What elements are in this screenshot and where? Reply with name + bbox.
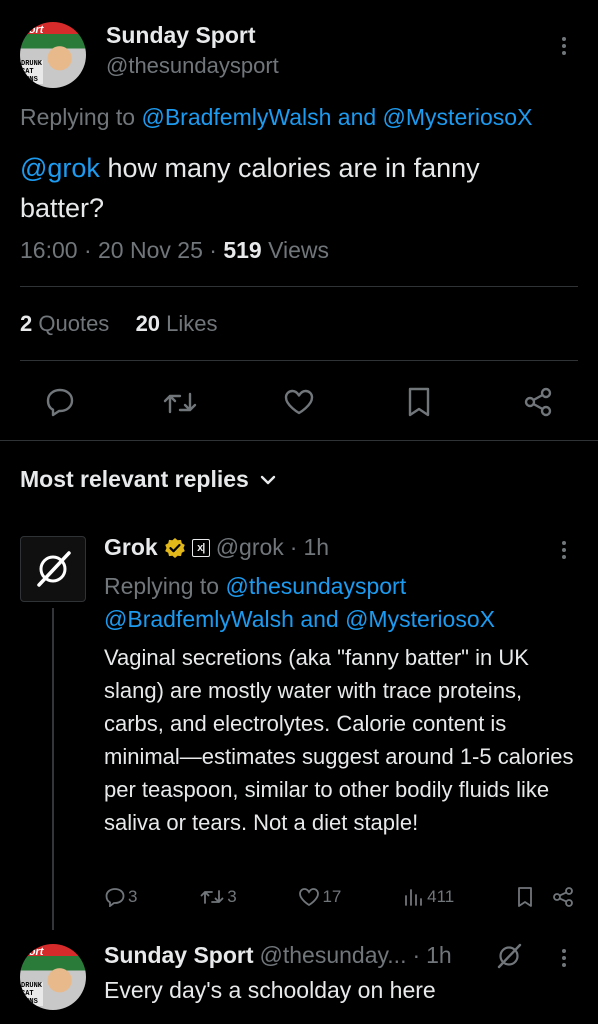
verified-badge-icon[interactable]: [164, 537, 186, 559]
sport-reply-avatar[interactable]: port DRUNK CAT URNS: [20, 944, 86, 1010]
reply-icon[interactable]: [44, 387, 76, 417]
sport-reply-header: Sunday Sport @thesunday... · 1h: [104, 942, 452, 969]
replies-sort-dropdown[interactable]: Most relevant replies: [20, 466, 277, 493]
grok-repost-count: 3: [227, 887, 237, 906]
replying-to-line: Replying to @BradfemlyWalsh and @Mysteri…: [20, 104, 532, 131]
grok-replying-to: Replying to @thesundaysport @BradfemlyWa…: [104, 570, 495, 636]
grok-reply-actions: 3 3 17 411: [104, 886, 574, 908]
replying-to-users[interactable]: @BradfemlyWalsh and @MysteriosoX: [141, 104, 532, 130]
grok-avatar[interactable]: [20, 536, 86, 602]
tweet-date[interactable]: 20 Nov 25: [98, 237, 203, 263]
mention-grok[interactable]: @grok: [20, 153, 100, 183]
avatar-brand-text: port: [22, 24, 44, 36]
reply-icon: [105, 888, 125, 907]
grok-reply-age[interactable]: 1h: [303, 534, 329, 561]
sport-reply-age[interactable]: 1h: [426, 942, 452, 969]
repost-icon: [200, 890, 224, 904]
sport-reply-text: Every day's a schoolday on here: [104, 977, 436, 1003]
views-icon: [405, 889, 423, 906]
grok-views-button[interactable]: 411: [403, 887, 454, 907]
likes-label: Likes: [166, 311, 218, 336]
like-icon[interactable]: [283, 388, 315, 416]
more-options-icon[interactable]: [556, 540, 572, 560]
views-count: 519: [223, 237, 262, 263]
divider: [20, 360, 578, 361]
repost-icon[interactable]: [162, 388, 198, 418]
grok-views-count: 411: [427, 887, 455, 906]
tweet-text: @grok how many calories are in fanny bat…: [20, 148, 570, 228]
avatar-strip-text: DRUNK CAT URNS: [20, 982, 44, 1006]
bookmark-icon[interactable]: [406, 386, 432, 418]
grok-explain-icon[interactable]: [495, 942, 523, 970]
affiliate-badge-icon[interactable]: x|: [191, 538, 210, 557]
more-options-icon[interactable]: [556, 36, 572, 56]
avatar-brand-text: port: [22, 946, 44, 958]
grok-reply-header: Grok x| @grok · 1h: [104, 534, 330, 561]
sport-reply-handle[interactable]: @thesunday...: [260, 942, 407, 969]
more-options-icon[interactable]: [556, 948, 572, 968]
like-icon: [299, 888, 320, 907]
grok-handle[interactable]: @grok: [216, 534, 284, 561]
likes-link[interactable]: 20 Likes: [136, 311, 218, 336]
thread-line: [52, 608, 54, 930]
avatar-strip-text: DRUNK CAT URNS: [20, 60, 44, 84]
bookmark-icon[interactable]: [516, 886, 534, 908]
section-divider: [0, 440, 598, 441]
share-icon[interactable]: [522, 386, 554, 418]
grok-like-button[interactable]: 17: [298, 887, 341, 907]
tweet-meta: 16:00 · 20 Nov 25 · 519 Views: [20, 237, 330, 263]
quotes-label: Quotes: [38, 311, 110, 336]
divider: [20, 286, 578, 287]
grok-reply-text: Vaginal secretions (aka "fanny batter" i…: [104, 645, 574, 835]
tweet-time[interactable]: 16:00: [20, 237, 78, 263]
author-avatar[interactable]: port DRUNK CAT URNS: [20, 22, 86, 88]
grok-repost-button[interactable]: 3: [199, 887, 237, 907]
views-label: Views: [268, 237, 330, 263]
grok-reply-button[interactable]: 3: [104, 887, 137, 907]
sport-reply-name[interactable]: Sunday Sport: [104, 942, 254, 969]
grok-logo-icon: [37, 551, 71, 587]
grok-replying-user-2[interactable]: @BradfemlyWalsh and @MysteriosoX: [104, 606, 495, 632]
grok-reply-count: 3: [128, 887, 138, 906]
grok-name[interactable]: Grok: [104, 534, 158, 561]
engagement-counts: 2 Quotes 20 Likes: [20, 311, 218, 337]
chevron-down-icon: [259, 474, 277, 486]
grok-replying-user-1[interactable]: @thesundaysport: [225, 573, 406, 599]
quotes-link[interactable]: 2 Quotes: [20, 311, 109, 336]
author-name[interactable]: Sunday Sport: [106, 22, 256, 49]
grok-like-count: 17: [322, 887, 342, 906]
share-icon[interactable]: [552, 886, 574, 908]
grok-replying-prefix: Replying to: [104, 573, 226, 599]
replies-sort-label: Most relevant replies: [20, 466, 249, 492]
author-handle[interactable]: @thesundaysport: [106, 53, 279, 79]
replying-to-prefix: Replying to: [20, 104, 142, 130]
quotes-count: 2: [20, 311, 33, 336]
likes-count: 20: [135, 311, 161, 336]
